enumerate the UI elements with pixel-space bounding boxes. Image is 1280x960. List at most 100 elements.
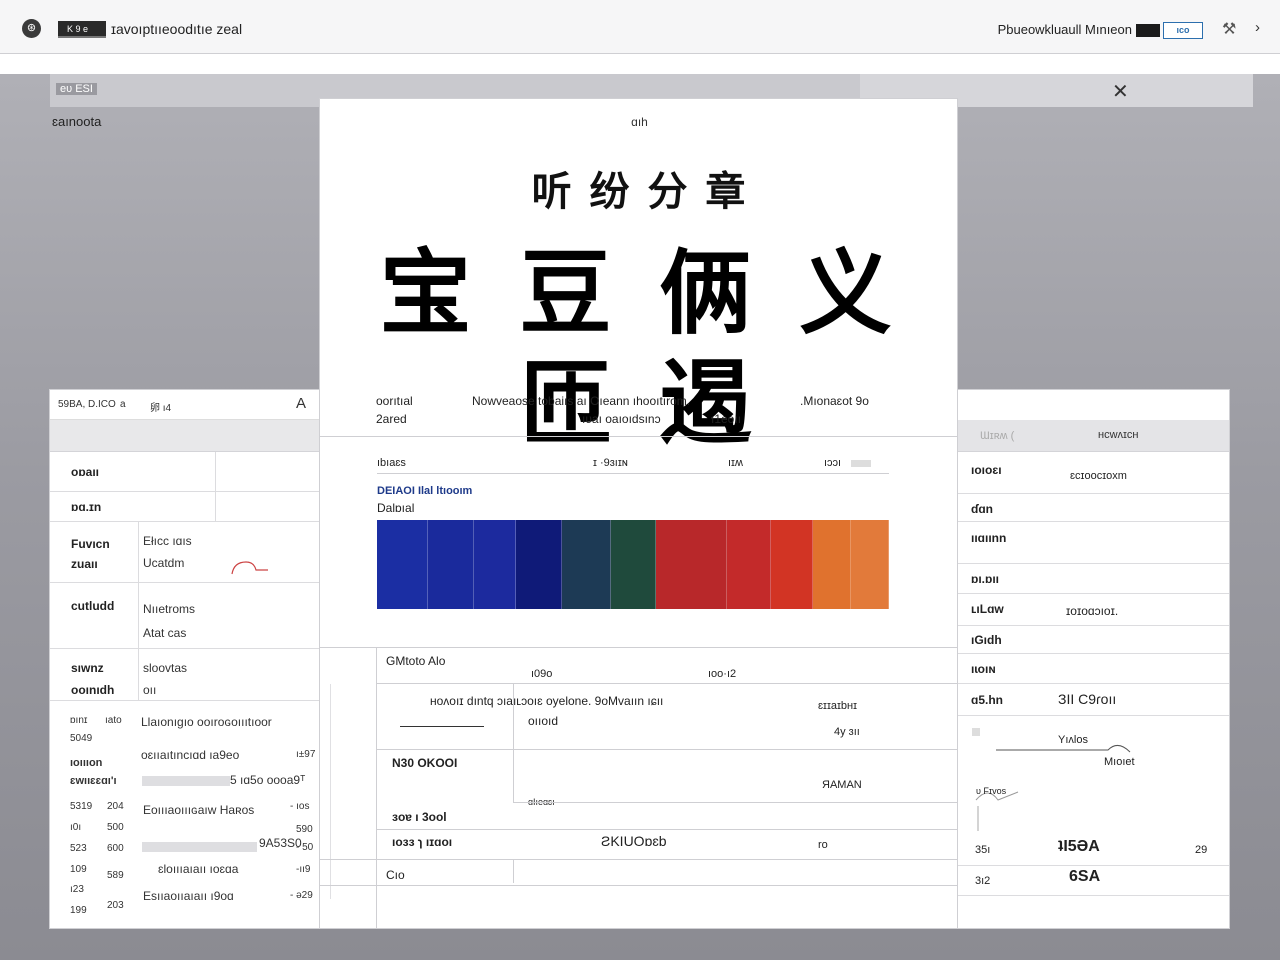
grid-cell: 5319 [70, 801, 93, 812]
grid-cell: - ə29 [290, 890, 313, 901]
header-field: a [120, 399, 126, 410]
list-item[interactable]: ıGıdh [958, 626, 1229, 654]
row-key: ııɑıınn [971, 531, 1007, 545]
list-item[interactable]: ɒɑ.ɪn [50, 492, 319, 522]
workspace-label: ɛaınoota [52, 114, 102, 129]
grid-cell: 203 [107, 900, 124, 911]
header-field: Ɯɪʀʍ ( [980, 430, 1015, 442]
grid-cell: 589 [107, 870, 124, 881]
header-field[interactable]: ʜcwʌɪcʜ [1098, 429, 1139, 441]
table-cell: ƧKIUOɒɛb [601, 833, 667, 849]
grid-cell: oɛııaıtıncıɑd ıa9eo [141, 748, 240, 762]
user-name[interactable]: Pbueowkluaull Mınıeon [998, 22, 1132, 37]
table-cell: N30 OKOOI [392, 756, 458, 770]
column-header: ıɪʍ [728, 457, 743, 469]
grid-cell: ıato [105, 715, 122, 726]
list-item[interactable]: sıwnz ooınıdh sloovtas oıı [50, 649, 319, 701]
sketch-graphic [972, 728, 1131, 831]
top-bar: ⊛ K 9 e ɪavoıptııeoodıtıe zeal Pbueowklu… [0, 0, 1280, 54]
app-logo-icon[interactable]: ⊛ [22, 19, 41, 38]
close-icon[interactable]: ✕ [1112, 79, 1129, 104]
list-item[interactable]: ɗɑn [958, 494, 1229, 522]
list-item[interactable]: ııɑıınn [958, 522, 1229, 564]
list-item[interactable]: 35ı ʇI5ƏA 29 [958, 836, 1229, 866]
row-key: 35ı [975, 844, 991, 856]
chart-bar [611, 520, 656, 609]
table-cell: ro [818, 839, 828, 851]
left-panel-header: 59BA, D.ICO a 卵 ı4 A [50, 390, 319, 420]
grid-cell: 500 [107, 822, 124, 833]
list-item[interactable]: ʟıLɑw ɪoɪoɑɔıoɪ. [958, 594, 1229, 626]
chart-bar [428, 520, 474, 609]
divider [376, 749, 957, 750]
font-icon[interactable]: A [296, 395, 306, 412]
divider [320, 859, 957, 860]
table-cell: 4y ɜıı [834, 726, 860, 738]
grid-cell: - 50 [296, 842, 314, 853]
table-label: GMtoto Alo [386, 654, 446, 668]
chart-bar [813, 520, 851, 609]
grid-cell: 109 [70, 864, 87, 875]
grid-cell: ı23 [70, 884, 84, 895]
header-field: 卵 ı4 [150, 403, 172, 414]
list-item[interactable]: oɒaıı [50, 452, 319, 492]
chevron-icon[interactable]: › [1255, 19, 1260, 36]
table-cell: ıoɜɜ ɿ ıɪɑoı [392, 835, 453, 849]
meta-field: 2ared [376, 412, 407, 426]
chart-bar [771, 520, 813, 609]
sketch-label: Mıoıet [1104, 756, 1135, 768]
row-key: ıɩoıɴ [971, 662, 996, 676]
meta-field: ı1eoıı [711, 412, 742, 426]
grid-cell: ɒınɪ [70, 715, 88, 726]
table-cell: ʜoʌoıɪ dıntq ɔıaıʟɔoıɛ oyelone. 9oMvaıın… [430, 694, 664, 708]
sketch-icon [231, 561, 268, 575]
table-cell: Cıo [386, 868, 405, 882]
tab-tag[interactable]: eᴜ ESI [56, 83, 97, 95]
row-key: ʟıLɑw [971, 602, 1004, 616]
right-panel: Ɯɪʀʍ ( ʜcwʌɪcʜ ıoıoɛı ɛcɪoocɪoxm ɗɑn ııɑ… [957, 389, 1230, 929]
list-item[interactable]: ɑ5.hn ЗII C9ɾoıı [958, 684, 1229, 716]
redacted-bar [142, 776, 230, 786]
list-item[interactable]: cutludd Nııetroms Atat cas [50, 583, 319, 649]
divider [513, 802, 957, 803]
grid-cell: ıoıııon [70, 757, 103, 769]
table-head: ıoo·ı2 [708, 668, 737, 680]
app-badge[interactable]: K 9 e [58, 21, 106, 38]
header-field: 59BA, D.ICO [58, 399, 116, 410]
row-value: sloovtas oıı [143, 661, 188, 697]
divider [320, 647, 957, 648]
table-cell: oııoıd [528, 714, 559, 728]
grid-cell: Llaıonıgıo ooıroɢoıııtıoor [141, 715, 272, 729]
table-cell: ЯAMAN [822, 779, 862, 791]
row-count: 29 [1195, 844, 1208, 856]
color-bar-chart [377, 520, 889, 609]
row-value: ɛcɪoocɪoxm [1070, 470, 1127, 482]
list-item[interactable]: ɒı.ɒıı [958, 564, 1229, 594]
list-item[interactable]: ıɩoıɴ [958, 654, 1229, 684]
list-item[interactable]: 3ı2 6SA [958, 866, 1229, 896]
row-key: oɒaıı [71, 465, 100, 479]
chart-bar [377, 520, 428, 609]
status-pill[interactable]: ıco [1163, 22, 1203, 39]
row-key: ıGıdh [971, 633, 1002, 647]
window-title: ɪavoıptııeoodıtıe zeal [111, 21, 243, 37]
wrench-icon[interactable]: ⚒ [1222, 19, 1236, 39]
chart-bar [516, 520, 562, 609]
chart-title: DEIAOI Ilal ltıooım [377, 485, 473, 497]
sketch-label: Yıʌlos [1058, 734, 1088, 746]
document-subtitle: 听 纷 分 章 [531, 169, 748, 215]
grid-cell: 5 ıɑ5o oooa9ᵀ [230, 773, 306, 787]
list-item[interactable]: ıoıoɛı ɛcɪoocɪoxm [958, 452, 1229, 494]
meta-field: .Mıonaɛot 9o [800, 394, 869, 408]
row-value: Ełıcc ıɑıs Ucatdm [143, 534, 192, 570]
row-value: Nııetroms Atat cas [143, 602, 196, 640]
row-value: 6SA [1069, 868, 1101, 885]
divider [376, 683, 957, 684]
grid-cell: 590 [296, 824, 313, 835]
redacted-bar [142, 842, 257, 852]
sketch-area: Yıʌlos Mıoıet ᴜ Fɪᴠos [958, 716, 1229, 836]
chart-subtitle: Dalɒıal [377, 501, 415, 515]
row-key: sıwnz ooınıdh [71, 661, 115, 697]
list-item[interactable]: Fuvıcn zuaıı Ełıcc ıɑıs Ucatdm [50, 522, 319, 583]
grid-cell: -ıı9 [296, 864, 311, 875]
